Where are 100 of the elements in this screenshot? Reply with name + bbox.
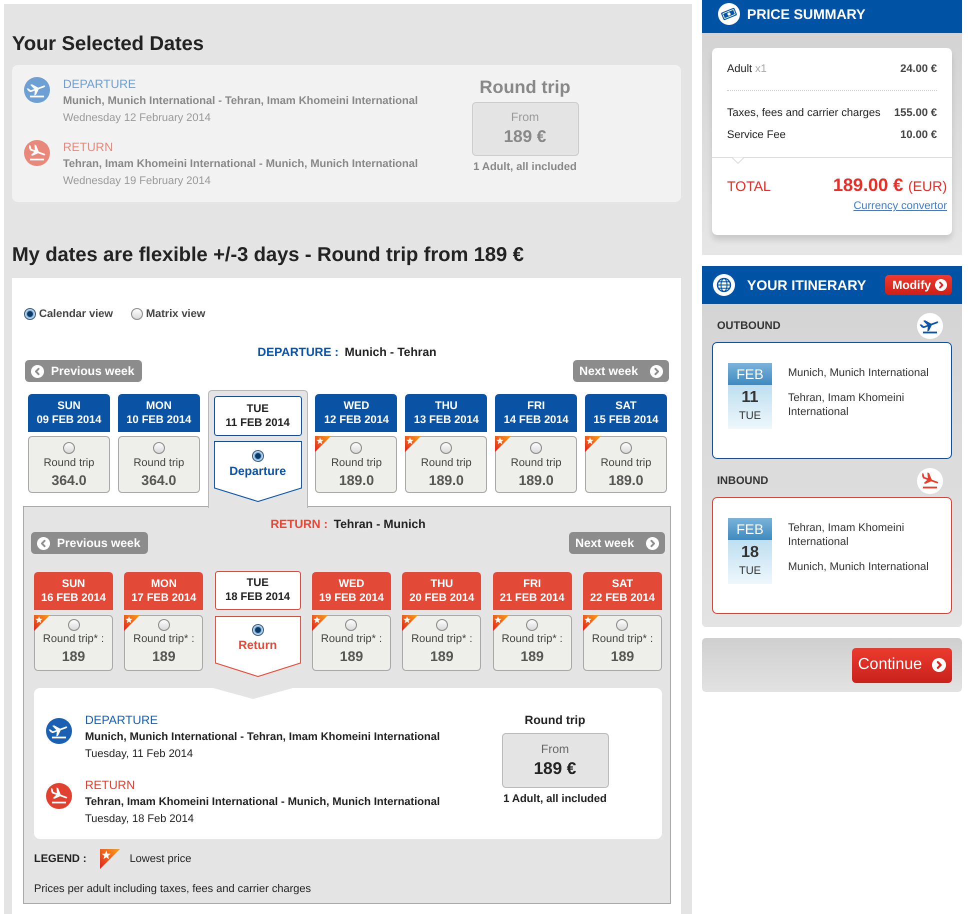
day-number: 11 bbox=[742, 389, 758, 407]
selected-day-label: Return bbox=[238, 638, 277, 652]
date-label: 21 FEB 2014 bbox=[500, 591, 565, 605]
price-label: 189 € bbox=[504, 128, 546, 146]
selected-day-option[interactable]: Return bbox=[214, 616, 301, 677]
weekday-label: TUE bbox=[739, 564, 761, 578]
route-label: Munich - Tehran bbox=[344, 345, 436, 359]
radio-button[interactable] bbox=[526, 619, 538, 631]
fare-label: Round trip bbox=[44, 456, 94, 470]
weekday-label: TUE bbox=[246, 576, 269, 590]
fare-label: Round trip* : bbox=[42, 632, 104, 646]
trip-type-label: Round trip bbox=[480, 78, 570, 96]
radio-button[interactable] bbox=[24, 308, 36, 320]
month-label: FEB bbox=[728, 518, 772, 540]
price-footnote: Prices per adult including taxes, fees and carrier charges bbox=[33, 882, 311, 896]
fare-label: Round trip bbox=[420, 456, 472, 470]
date-label: 15 FEB 2014 bbox=[594, 413, 658, 427]
date-label: 19 FEB 2014 bbox=[319, 591, 384, 605]
weekday-label: MON bbox=[150, 577, 177, 591]
route-label: Tehran, Imam Khomeini International - Munich, Munich International bbox=[63, 157, 418, 171]
price-label: 189 bbox=[62, 648, 86, 664]
fare-option[interactable]: Round trip 189.0 bbox=[405, 436, 488, 493]
weekday-label: SAT bbox=[615, 399, 637, 413]
panel-title: PRICE SUMMARY bbox=[747, 6, 866, 22]
globe-icon bbox=[713, 274, 735, 296]
chevron-left-icon bbox=[31, 364, 44, 378]
radio-button[interactable] bbox=[63, 442, 75, 454]
fare-option[interactable]: Round trip 189.0 bbox=[584, 436, 667, 493]
chevron-right-icon bbox=[932, 658, 946, 672]
origin-airport: Tehran, Imam Khomeini International bbox=[788, 521, 906, 549]
fare-option[interactable]: Round trip* : 189 bbox=[34, 615, 113, 671]
legend-label: LEGEND : bbox=[34, 853, 87, 865]
price-line-amount: 155.00 € bbox=[894, 106, 937, 120]
fare-option[interactable]: Round trip* : 189 bbox=[402, 615, 482, 671]
radio-button[interactable] bbox=[130, 308, 143, 320]
weekday-label: FRI bbox=[523, 577, 541, 591]
chevron-left-icon bbox=[37, 536, 50, 550]
radio-button[interactable] bbox=[616, 619, 628, 631]
price-label: 189.0 bbox=[428, 472, 464, 488]
banknote-icon bbox=[718, 2, 740, 24]
weekday-label: SUN bbox=[57, 399, 81, 413]
radio-label[interactable]: Calendar view bbox=[39, 308, 113, 320]
direction-label: DEPARTURE : bbox=[258, 345, 339, 359]
fare-option[interactable]: Round trip 364.0 bbox=[28, 436, 110, 493]
fare-option[interactable]: Round trip* : 189 bbox=[124, 615, 204, 671]
price-label: 189 bbox=[340, 648, 364, 664]
date-label: 14 FEB 2014 bbox=[504, 413, 569, 427]
price-label: 189.0 bbox=[338, 472, 374, 488]
radio-button[interactable] bbox=[158, 619, 170, 631]
route-label: Munich, Munich International - Tehran, Imam Khomeini International bbox=[85, 730, 440, 744]
panel-title: YOUR ITINERARY bbox=[747, 277, 866, 293]
date-label: Wednesday 19 February 2014 bbox=[63, 174, 211, 188]
radio-button[interactable] bbox=[530, 442, 542, 454]
leg-heading: INBOUND bbox=[717, 475, 768, 487]
route-label: Tehran, Imam Khomeini International - Munich, Munich International bbox=[85, 795, 440, 809]
day-number: 18 bbox=[741, 544, 759, 562]
fare-option[interactable]: Round trip* : 189 bbox=[582, 615, 662, 671]
route-label: Munich, Munich International - Tehran, Imam Khomeini International bbox=[63, 94, 418, 108]
weekday-label: WED bbox=[344, 399, 370, 413]
fare-option[interactable]: Round trip 189.0 bbox=[315, 436, 398, 493]
radio-button[interactable] bbox=[345, 619, 358, 631]
price-label: 189 bbox=[430, 648, 454, 664]
fare-option[interactable]: Round trip* : 189 bbox=[492, 615, 572, 671]
currency-convertor-link[interactable]: Currency convertor bbox=[853, 199, 947, 213]
fare-label: Round trip bbox=[133, 456, 184, 470]
fare-label: Round trip* : bbox=[592, 632, 654, 646]
route-label: Tehran - Munich bbox=[334, 517, 426, 531]
radio-button[interactable] bbox=[350, 442, 362, 454]
price-label: 189.0 bbox=[518, 472, 554, 488]
date-label: Wednesday 12 February 2014 bbox=[63, 111, 211, 125]
date-label: 22 FEB 2014 bbox=[590, 591, 655, 605]
radio-label[interactable]: Matrix view bbox=[146, 308, 206, 320]
fare-option[interactable]: Round trip 189.0 bbox=[495, 436, 578, 493]
selected-day-label: Departure bbox=[229, 464, 286, 478]
price-line-amount: 24.00 € bbox=[900, 62, 937, 76]
radio-button[interactable] bbox=[436, 619, 448, 631]
price-line-label: Service Fee bbox=[727, 128, 786, 142]
continue-button[interactable]: Continue bbox=[852, 648, 952, 682]
fare-label: Round trip bbox=[600, 456, 652, 470]
weekday-label: THU bbox=[435, 399, 458, 413]
leg-label: DEPARTURE bbox=[85, 713, 158, 727]
date-label: 12 FEB 2014 bbox=[324, 413, 389, 427]
date-label: 10 FEB 2014 bbox=[126, 413, 192, 427]
weekday-label: MON bbox=[146, 399, 172, 413]
plane-takeoff-icon bbox=[46, 718, 72, 744]
fare-option[interactable]: Round trip* : 189 bbox=[312, 615, 391, 671]
radio-button[interactable] bbox=[620, 442, 632, 454]
selected-day-option[interactable]: Departure bbox=[214, 441, 302, 502]
fare-option[interactable]: Round trip 364.0 bbox=[118, 436, 200, 493]
radio-button[interactable] bbox=[440, 442, 452, 454]
fare-label: Round trip bbox=[331, 456, 382, 470]
price-label: 364.0 bbox=[51, 472, 87, 488]
total-label: TOTAL bbox=[727, 177, 771, 196]
radio-button[interactable] bbox=[152, 442, 165, 454]
modify-button[interactable]: Modify bbox=[885, 275, 952, 295]
from-label: From bbox=[511, 110, 539, 124]
destination-airport: Munich, Munich International bbox=[788, 560, 929, 574]
radio-button[interactable] bbox=[68, 619, 80, 631]
fare-label: Round trip* : bbox=[133, 632, 194, 646]
fare-label: Round trip* : bbox=[411, 632, 472, 646]
